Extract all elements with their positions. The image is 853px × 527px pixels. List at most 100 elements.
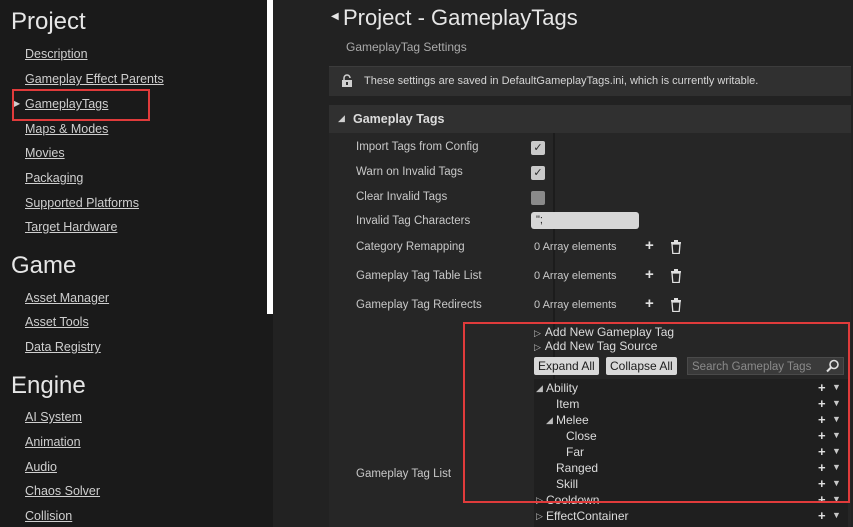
prop-label-tag-redirects: Gameplay Tag Redirects — [356, 299, 482, 311]
category-remap-add-icon[interactable]: + — [645, 238, 654, 253]
page-title: Project - GameplayTags — [343, 5, 578, 30]
search-icon[interactable] — [826, 359, 840, 373]
prop-label-import-tags: Import Tags from Config — [356, 141, 479, 153]
unlock-icon — [342, 74, 352, 87]
prop-label-category-remap: Category Remapping — [356, 241, 465, 253]
section-expand-icon: ◢ — [338, 113, 345, 123]
tree-row-cooldown[interactable]: ▷ Cooldown + ▼ — [534, 492, 848, 509]
import-tags-checkbox[interactable]: ✓ — [531, 141, 545, 155]
sidebar-item-movies[interactable]: Movies — [25, 146, 65, 160]
warn-invalid-checkbox[interactable]: ✓ — [531, 166, 545, 180]
tag-label-ability: Ability — [546, 381, 579, 395]
tree-row-effectcontainer[interactable]: ▷ EffectContainer + ▼ — [534, 508, 848, 525]
section-title-game: Game — [11, 252, 77, 279]
selection-highlight-box — [12, 89, 150, 121]
section-title: Gameplay Tags — [353, 112, 445, 126]
prop-label-tag-table-list: Gameplay Tag Table List — [356, 270, 482, 282]
tree-row-ability[interactable]: ◢ Ability + ▼ — [534, 380, 848, 397]
add-subtag-icon[interactable]: + — [818, 412, 826, 427]
tree-row-item[interactable]: Item + ▼ — [534, 396, 848, 413]
tag-redirects-add-icon[interactable]: + — [645, 296, 654, 311]
config-notice-text: These settings are saved in DefaultGamep… — [364, 75, 759, 87]
add-new-tag-source-toggle[interactable]: ▷ Add New Tag Source — [534, 339, 657, 353]
invalid-chars-input[interactable]: "; — [531, 212, 639, 229]
tree-row-skill[interactable]: Skill + ▼ — [534, 476, 848, 493]
section-title-project: Project — [11, 8, 86, 35]
tag-options-dropdown-icon[interactable]: ▼ — [832, 478, 841, 488]
category-remap-trash-icon[interactable] — [670, 240, 682, 254]
tree-row-close[interactable]: Close + ▼ — [534, 428, 848, 445]
sidebar-item-target-hardware[interactable]: Target Hardware — [25, 220, 117, 234]
tag-options-dropdown-icon[interactable]: ▼ — [832, 398, 841, 408]
add-subtag-icon[interactable]: + — [818, 460, 826, 475]
prop-label-warn-invalid: Warn on Invalid Tags — [356, 166, 463, 178]
tag-options-dropdown-icon[interactable]: ▼ — [832, 494, 841, 504]
collapse-all-button[interactable]: Collapse All — [606, 357, 677, 375]
tag-label-effectcontainer: EffectContainer — [546, 509, 629, 523]
tag-table-list-add-icon[interactable]: + — [645, 267, 654, 282]
tag-label-skill: Skill — [556, 477, 579, 491]
sidebar-item-supported-platforms[interactable]: Supported Platforms — [25, 196, 139, 210]
tag-label-ranged: Ranged — [556, 461, 599, 475]
tag-label-close: Close — [566, 429, 597, 443]
property-grid: Import Tags from Config ✓ Warn on Invali… — [329, 133, 851, 527]
tag-search-input[interactable] — [688, 358, 830, 376]
add-subtag-icon[interactable]: + — [818, 428, 826, 443]
add-new-gameplay-tag-toggle[interactable]: ▷ Add New Gameplay Tag — [534, 325, 674, 339]
sidebar-item-gameplay-effect-parents[interactable]: Gameplay Effect Parents — [25, 72, 164, 86]
gameplay-tags-section-header[interactable]: ◢ Gameplay Tags — [329, 105, 851, 133]
tag-options-dropdown-icon[interactable]: ▼ — [832, 462, 841, 472]
title-collapse-icon[interactable]: ◀ — [331, 11, 339, 22]
tag-label-melee: Melee — [556, 413, 589, 427]
add-subtag-icon[interactable]: + — [818, 380, 826, 395]
prop-label-invalid-chars: Invalid Tag Characters — [356, 215, 471, 227]
prop-label-clear-invalid: Clear Invalid Tags — [356, 191, 448, 203]
sidebar-item-asset-manager[interactable]: Asset Manager — [25, 291, 109, 305]
tag-options-dropdown-icon[interactable]: ▼ — [832, 510, 841, 520]
tag-search-box[interactable] — [687, 357, 844, 376]
panel-gutter — [273, 0, 302, 527]
expand-all-button[interactable]: Expand All — [534, 357, 599, 375]
collapsed-caret-icon[interactable]: ▷ — [536, 511, 543, 522]
expanded-caret-icon[interactable]: ◢ — [546, 415, 553, 426]
expand-triangle-icon: ▷ — [534, 328, 541, 338]
tree-row-far[interactable]: Far + ▼ — [534, 444, 848, 461]
expand-triangle-icon: ▷ — [534, 342, 541, 352]
tag-label-far: Far — [566, 445, 584, 459]
sidebar-item-animation[interactable]: Animation — [25, 435, 81, 449]
add-subtag-icon[interactable]: + — [818, 508, 826, 523]
sidebar-item-ai-system[interactable]: AI System — [25, 410, 82, 424]
tag-options-dropdown-icon[interactable]: ▼ — [832, 430, 841, 440]
sidebar-item-chaos-solver[interactable]: Chaos Solver — [25, 484, 100, 498]
tag-options-dropdown-icon[interactable]: ▼ — [832, 414, 841, 424]
tag-options-dropdown-icon[interactable]: ▼ — [832, 446, 841, 456]
tag-redirects-trash-icon[interactable] — [670, 298, 682, 312]
add-subtag-icon[interactable]: + — [818, 444, 826, 459]
tag-options-dropdown-icon[interactable]: ▼ — [832, 382, 841, 392]
sidebar-item-data-registry[interactable]: Data Registry — [25, 340, 101, 354]
sidebar-item-asset-tools[interactable]: Asset Tools — [25, 315, 89, 329]
sidebar-item-maps-modes[interactable]: Maps & Modes — [25, 122, 108, 136]
category-remap-count: 0 Array elements — [534, 241, 617, 253]
tag-label-item: Item — [556, 397, 580, 411]
add-subtag-icon[interactable]: + — [818, 396, 826, 411]
collapsed-caret-icon[interactable]: ▷ — [536, 495, 543, 506]
clear-invalid-checkbox[interactable] — [531, 191, 545, 205]
add-subtag-icon[interactable]: + — [818, 492, 826, 507]
config-notice-bar: These settings are saved in DefaultGamep… — [329, 66, 851, 96]
tag-label-cooldown: Cooldown — [546, 493, 600, 507]
sidebar-item-audio[interactable]: Audio — [25, 460, 57, 474]
tree-row-melee[interactable]: ◢ Melee + ▼ — [534, 412, 848, 429]
sidebar-item-packaging[interactable]: Packaging — [25, 171, 83, 185]
settings-main-panel: ◀ Project - GameplayTags GameplayTag Set… — [302, 0, 853, 527]
prop-label-tag-list: Gameplay Tag List — [356, 468, 452, 480]
tag-redirects-count: 0 Array elements — [534, 299, 617, 311]
expanded-caret-icon[interactable]: ◢ — [536, 383, 543, 394]
add-subtag-icon[interactable]: + — [818, 476, 826, 491]
page-subtitle: GameplayTag Settings — [346, 40, 467, 54]
sidebar-item-description[interactable]: Description — [25, 47, 88, 61]
tag-table-list-trash-icon[interactable] — [670, 269, 682, 283]
tree-row-ranged[interactable]: Ranged + ▼ — [534, 460, 848, 477]
tag-table-list-count: 0 Array elements — [534, 270, 617, 282]
sidebar-item-collision[interactable]: Collision — [25, 509, 72, 523]
